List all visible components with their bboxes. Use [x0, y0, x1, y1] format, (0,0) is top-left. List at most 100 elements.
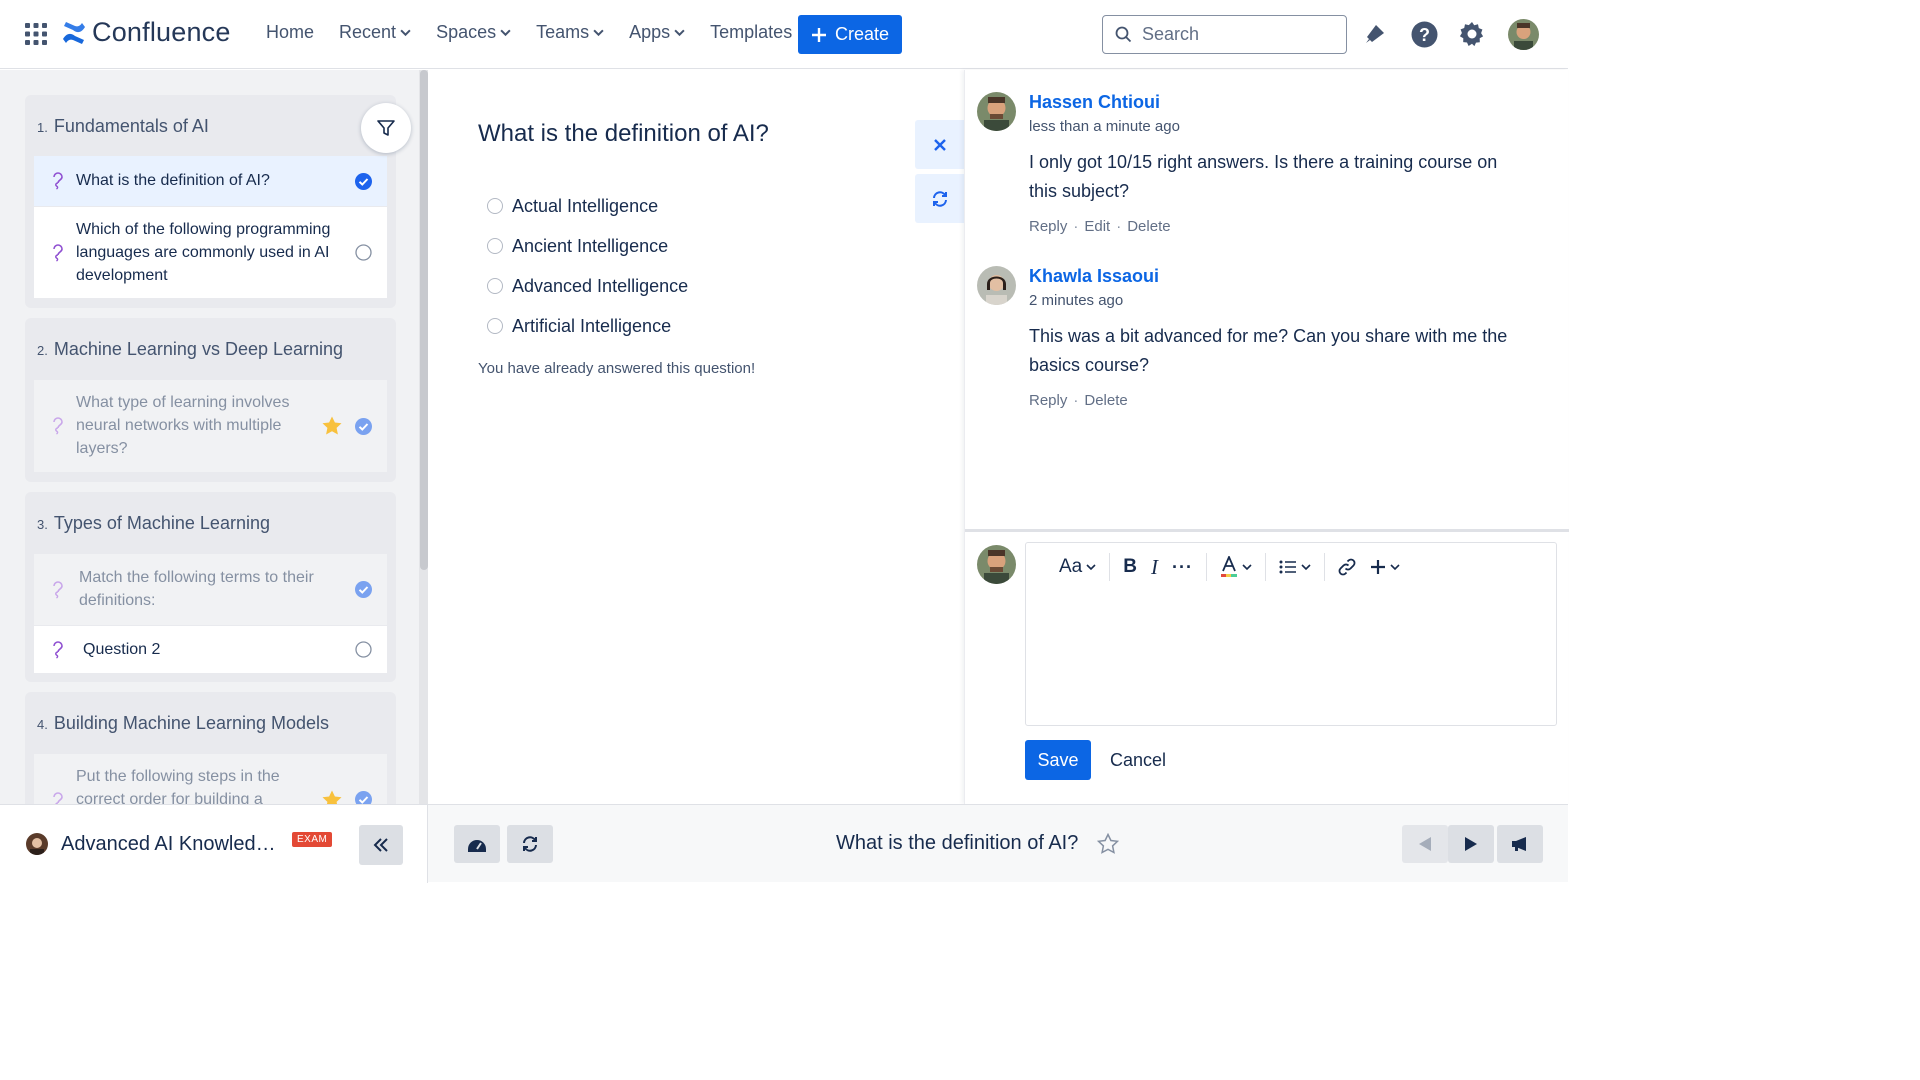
comments-divider [965, 529, 1569, 532]
nav-spaces[interactable]: Spaces [436, 22, 511, 43]
answer-option[interactable]: Artificial Intelligence [487, 306, 688, 346]
section-title-text: Types of Machine Learning [53, 513, 270, 533]
question-text: What is the definition of AI? [76, 172, 270, 189]
toolbar-separator [1264, 553, 1266, 581]
link-icon [1338, 558, 1356, 576]
search-input[interactable] [1142, 24, 1332, 45]
more-icon: ··· [1171, 556, 1193, 577]
filter-button[interactable] [361, 103, 411, 153]
radio-button[interactable] [487, 318, 503, 334]
next-question-button[interactable] [1448, 825, 1494, 863]
restart-button[interactable] [507, 825, 553, 863]
nav-recent[interactable]: Recent [339, 22, 411, 43]
question-icon [53, 580, 63, 599]
reply-link[interactable]: Reply [1029, 218, 1067, 235]
refresh-icon [932, 190, 947, 207]
nav-apps[interactable]: Apps [629, 22, 685, 43]
comment-actions: Reply · Delete [1029, 392, 1128, 409]
help-icon[interactable]: ? [1409, 19, 1439, 49]
sidebar-scrollbar[interactable] [420, 70, 428, 570]
question-icon [53, 172, 63, 190]
question-item[interactable]: Match the following terms to their defin… [34, 554, 387, 625]
nav-home[interactable]: Home [266, 22, 314, 43]
check-circle-icon [355, 417, 372, 435]
reply-link[interactable]: Reply [1029, 392, 1067, 409]
save-button[interactable]: Save [1025, 740, 1091, 780]
question-item[interactable]: What is the definition of AI? [34, 156, 387, 206]
question-item[interactable]: What type of learning involves neural ne… [34, 380, 387, 472]
section-title[interactable]: 2. Machine Learning vs Deep Learning [37, 339, 343, 360]
option-label: Ancient Intelligence [512, 235, 669, 256]
question-text: Question 2 [83, 641, 161, 658]
edit-link[interactable]: Edit [1084, 218, 1110, 235]
more-formatting-button[interactable]: ··· [1165, 557, 1200, 578]
question-item[interactable]: Which of the following programming langu… [34, 207, 387, 298]
italic-button[interactable]: I [1144, 555, 1165, 580]
nav-templates[interactable]: Templates [710, 22, 792, 43]
settings-icon[interactable] [1457, 19, 1487, 49]
previous-question-button[interactable] [1402, 825, 1448, 863]
text-color-icon [1220, 556, 1237, 577]
answer-option[interactable]: Advanced Intelligence [487, 266, 688, 306]
confluence-logo-icon [63, 21, 85, 44]
link-button[interactable] [1331, 558, 1363, 576]
section-title[interactable]: 3. Types of Machine Learning [37, 513, 270, 534]
bold-button[interactable]: B [1116, 556, 1144, 578]
nav-teams[interactable]: Teams [536, 22, 604, 43]
comment-actions: Reply · Edit · Delete [1029, 218, 1171, 235]
section-types-of-ml: 3. Types of Machine Learning Match the f… [25, 492, 396, 682]
feedback-button[interactable] [1497, 825, 1543, 863]
close-comments-button[interactable] [915, 120, 964, 169]
section-title[interactable]: 1. Fundamentals of AI [37, 116, 209, 137]
text-style-button[interactable]: Aa [1052, 556, 1103, 578]
list-button[interactable] [1272, 559, 1318, 575]
double-chevron-left-icon [373, 838, 388, 852]
delete-link[interactable]: Delete [1127, 218, 1170, 235]
avatar[interactable] [977, 92, 1016, 131]
course-title[interactable]: Advanced AI Knowledge... [61, 833, 286, 856]
brand-name: Confluence [92, 17, 231, 47]
question-sidebar: 1. Fundamentals of AI What is the defini… [0, 70, 428, 804]
radio-button[interactable] [487, 278, 503, 294]
collapse-sidebar-button[interactable] [359, 825, 403, 865]
nav-label: Teams [536, 22, 590, 42]
search-box[interactable] [1102, 15, 1347, 54]
notifications-icon[interactable] [1360, 19, 1390, 49]
course-avatar [26, 833, 48, 855]
dashboard-button[interactable] [454, 825, 500, 863]
star-outline-icon[interactable] [1097, 833, 1119, 855]
section-title[interactable]: 4. Building Machine Learning Models [37, 713, 329, 734]
radio-button[interactable] [487, 198, 503, 214]
comment-editor[interactable]: Aa B I ··· [1025, 542, 1557, 726]
option-label: Advanced Intelligence [512, 275, 689, 296]
comment-author[interactable]: Khawla Issaoui [1029, 266, 1159, 287]
bottom-bar: Advanced AI Knowledge... EXAM What is th… [0, 804, 1568, 883]
megaphone-icon [1512, 837, 1526, 851]
chevron-down-icon [674, 29, 685, 37]
insert-button[interactable] [1363, 559, 1407, 575]
search-icon [1115, 26, 1132, 43]
empty-circle-icon [355, 244, 372, 261]
answer-option[interactable]: Actual Intelligence [487, 186, 688, 226]
delete-link[interactable]: Delete [1084, 392, 1127, 409]
nav-label: Home [266, 22, 315, 42]
bold-icon: B [1123, 556, 1137, 577]
comment-author[interactable]: Hassen Chtioui [1029, 92, 1160, 113]
profile-avatar[interactable] [1508, 19, 1539, 50]
top-navigation: Confluence Home Recent Spaces Teams Apps Temp… [0, 0, 1568, 69]
text-color-button[interactable] [1213, 556, 1259, 578]
refresh-comments-button[interactable] [915, 174, 964, 223]
question-item[interactable]: Put the following steps in the correct o… [34, 754, 387, 804]
question-text: Put the following steps in the correct o… [76, 768, 280, 804]
create-button[interactable]: Create [798, 15, 902, 54]
question-icon [53, 417, 63, 435]
separator-dot: · [1073, 392, 1079, 409]
cancel-button[interactable]: Cancel [1110, 750, 1166, 771]
confluence-logo[interactable]: Confluence [62, 17, 231, 48]
comment: Hassen Chtioui less than a minute ago I … [977, 92, 1557, 252]
radio-button[interactable] [487, 238, 503, 254]
app-switcher-icon[interactable] [25, 23, 47, 45]
answer-option[interactable]: Ancient Intelligence [487, 226, 688, 266]
avatar[interactable] [977, 266, 1016, 305]
question-item[interactable]: Question 2 [34, 626, 387, 673]
